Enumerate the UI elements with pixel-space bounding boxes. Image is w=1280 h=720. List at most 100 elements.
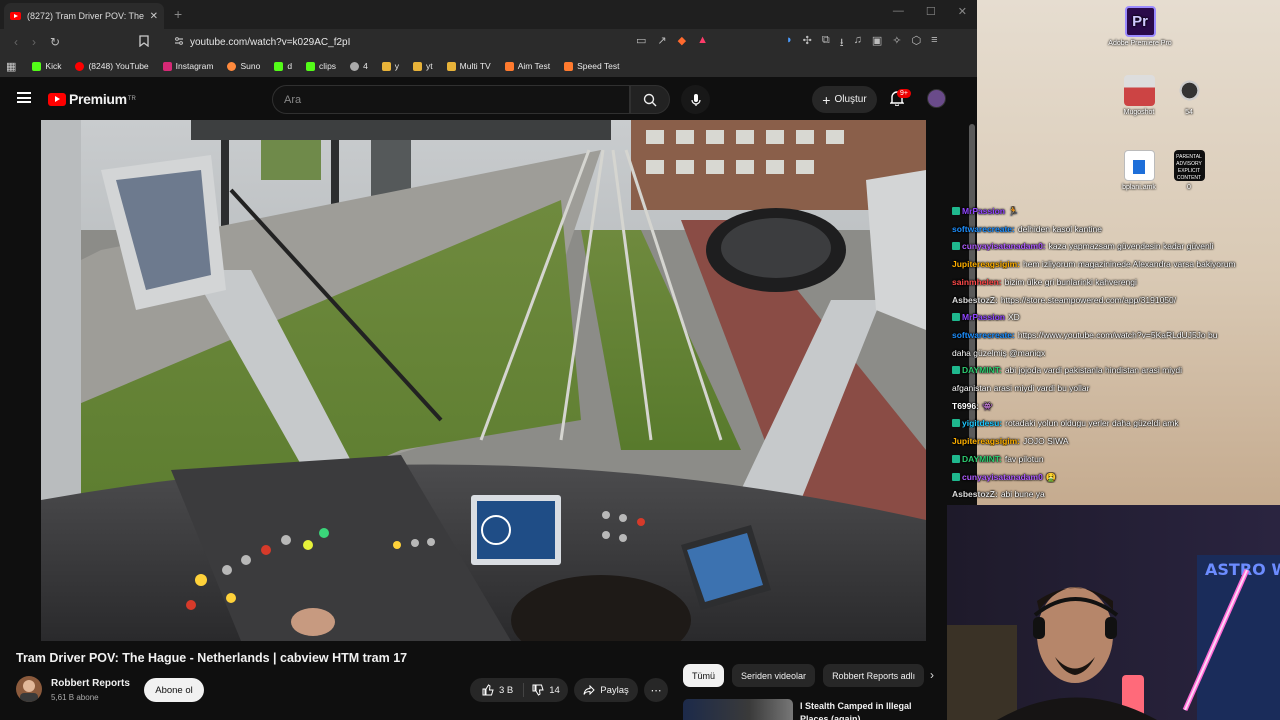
reload-icon[interactable]: ↻ (50, 35, 60, 49)
wallet-icon[interactable]: ▣ (872, 34, 882, 53)
chat-message: Jupitereagsigim: JOJO SIWA (952, 436, 1280, 446)
bookmark-folder-y[interactable]: y (381, 61, 399, 71)
search-button[interactable] (630, 85, 670, 114)
share-page-icon[interactable]: ↗ (657, 34, 666, 47)
menu-icon[interactable]: ≡ (931, 34, 937, 53)
apps-grid-icon[interactable]: ▦ (6, 60, 16, 73)
brave-rewards-icon[interactable]: ▲ (697, 34, 708, 47)
chat-message: cunyayisatanadam0: kaza yapmazsam güvende… (952, 241, 1280, 251)
chat-username: DAYMINT: (962, 453, 1002, 464)
sound-icon[interactable]: ◗ (786, 34, 793, 53)
screen: (8272) Tram Driver POV: The Hague ✕ + — … (0, 0, 1280, 720)
desktop-icon-0[interactable]: PARENTAL ADVISORY EXPLICIT CONTENT 0 (1154, 150, 1224, 191)
bookmark-4[interactable]: 4 (350, 61, 368, 71)
create-button[interactable]: + Oluştur (812, 86, 877, 113)
chat-text: rotadaki yolun oldugu yerler daha güzeld… (1005, 418, 1179, 429)
bookmark-clips[interactable]: clips (306, 61, 336, 71)
desktop-icon-54[interactable]: 54 (1154, 75, 1224, 116)
search-input[interactable]: Ara (272, 85, 630, 114)
guide-menu-icon[interactable] (17, 92, 31, 103)
new-tab-icon[interactable]: + (174, 6, 182, 22)
bookmarks-bar: ▦ Kick (8248) YouTube Instagram Suno d c… (0, 55, 977, 77)
share-arrow-icon (583, 685, 595, 695)
bookmark-kick[interactable]: Kick (32, 61, 61, 71)
recommendation-title[interactable]: I Stealth Camped in Illegal Places (agai… (800, 700, 930, 720)
chat-text: fav pilotun (1004, 453, 1044, 464)
chip-channel[interactable]: Robbert Reports adlı (823, 664, 925, 687)
chat-message: yigitdesu: rotadaki yolun oldugu yerler d… (952, 418, 1280, 428)
back-icon[interactable]: ‹ (14, 35, 18, 49)
cast-icon[interactable]: ▭ (636, 34, 646, 47)
brave-shield-icon[interactable]: ◆ (678, 34, 686, 47)
channel-avatar[interactable] (16, 676, 42, 702)
close-tab-icon[interactable]: ✕ (150, 11, 158, 22)
chat-message: softwarecreate: delhiden kasol kantine (952, 224, 1280, 234)
thumbs-up-icon (482, 684, 494, 696)
chip-series[interactable]: Seriden videolar (732, 664, 816, 687)
bookmark-youtube[interactable]: (8248) YouTube (75, 61, 149, 71)
chat-badge-icon (952, 366, 960, 375)
recommendation-thumbnail[interactable] (683, 699, 793, 720)
bookmark-speed-test[interactable]: Speed Test (564, 61, 620, 71)
close-window-icon[interactable]: ✕ (958, 5, 967, 18)
chat-message: MrPassion 🏃 (952, 206, 1280, 217)
account-avatar[interactable] (927, 89, 946, 108)
media-icon[interactable]: ♫ (854, 34, 862, 53)
chat-text: abi jojoda vardi pakistanla hindistan ar… (1004, 365, 1183, 376)
share-button[interactable]: Paylaş (574, 678, 638, 702)
recommendation-chips: Tümü Seriden videolar Robbert Reports ad… (683, 664, 925, 687)
bookmark-page-icon[interactable] (139, 34, 149, 50)
chat-message: daha güzelmiş @maniqx (952, 348, 1280, 358)
chat-badge-icon (952, 454, 960, 463)
document-file-icon (1123, 150, 1155, 181)
subscribe-button[interactable]: Abone ol (144, 678, 204, 702)
window-controls: — ☐ ✕ (893, 5, 967, 18)
tab-youtube[interactable]: (8272) Tram Driver POV: The Hague ✕ (4, 3, 164, 29)
screenshot-icon[interactable]: ⧉ (822, 34, 830, 53)
vpn-icon[interactable]: ⬡ (911, 34, 921, 53)
like-button[interactable]: 3 B (470, 683, 525, 697)
bookmark-folder-yt[interactable]: yt (413, 61, 433, 71)
forward-icon[interactable]: › (32, 35, 36, 49)
folder-icon (413, 61, 423, 71)
bookmark-instagram[interactable]: Instagram (162, 61, 213, 71)
chat-text: 🏃 (1008, 206, 1019, 216)
ai-icon[interactable]: ✧ (892, 34, 901, 53)
site-settings-icon[interactable] (174, 36, 184, 49)
video-player[interactable] (41, 120, 926, 641)
voice-search-button[interactable] (681, 85, 710, 114)
chat-username: T6996: (952, 400, 979, 411)
channel-name[interactable]: Robbert Reports (51, 678, 130, 689)
chat-message: DAYMINT: fav pilotun (952, 454, 1280, 464)
chat-text: https://www.youtube.com/watch?v=5KaRLdUJ… (1017, 329, 1218, 340)
chat-text: bizim ülke gri bunlarinki kahverengi (1004, 276, 1137, 287)
address-bar-actions: ▭ ↗ ◆ ▲ (636, 34, 708, 47)
chat-username: softwarecreate: (952, 223, 1015, 234)
speedometer-icon (564, 61, 574, 71)
chevron-right-icon[interactable]: › (930, 668, 934, 682)
kick-icon (306, 61, 316, 71)
download-icon[interactable]: ⭳ (840, 34, 844, 53)
chat-text: hem izliyorum magazininede Alexandra var… (1023, 259, 1236, 270)
extensions-icon[interactable]: ✣ (803, 34, 812, 53)
bookmark-aim-test[interactable]: Aim Test (504, 61, 550, 71)
chat-text: daha güzelmiş @maniqx (952, 347, 1046, 358)
youtube-logo[interactable]: Premium TR (48, 91, 136, 107)
folder-icon (381, 61, 391, 71)
maximize-icon[interactable]: ☐ (926, 5, 936, 18)
chat-username: AsbestozZ: (952, 489, 998, 500)
desktop-icon-premiere[interactable]: Pr Adobe Premiere Pro (1105, 6, 1175, 47)
watch-image-icon (1173, 75, 1205, 106)
chip-all[interactable]: Tümü (683, 664, 725, 687)
bookmark-suno[interactable]: Suno (227, 61, 260, 71)
dislike-button[interactable]: 14 (524, 684, 560, 696)
bookmark-d[interactable]: d (274, 61, 292, 71)
more-actions-icon[interactable]: ⋯ (644, 678, 668, 702)
chat-username: yigitdesu: (962, 418, 1003, 429)
bookmark-folder-multitv[interactable]: Multi TV (446, 61, 491, 71)
minimize-icon[interactable]: — (893, 5, 904, 18)
chat-badge-icon (952, 207, 960, 215)
browser-toolbar: ‹ › ↻ youtube.com/watch?v=k029AC_f2pI ▭ … (0, 29, 977, 55)
photo-thumbnail-icon (1123, 75, 1155, 106)
chat-badge-icon (952, 313, 960, 322)
